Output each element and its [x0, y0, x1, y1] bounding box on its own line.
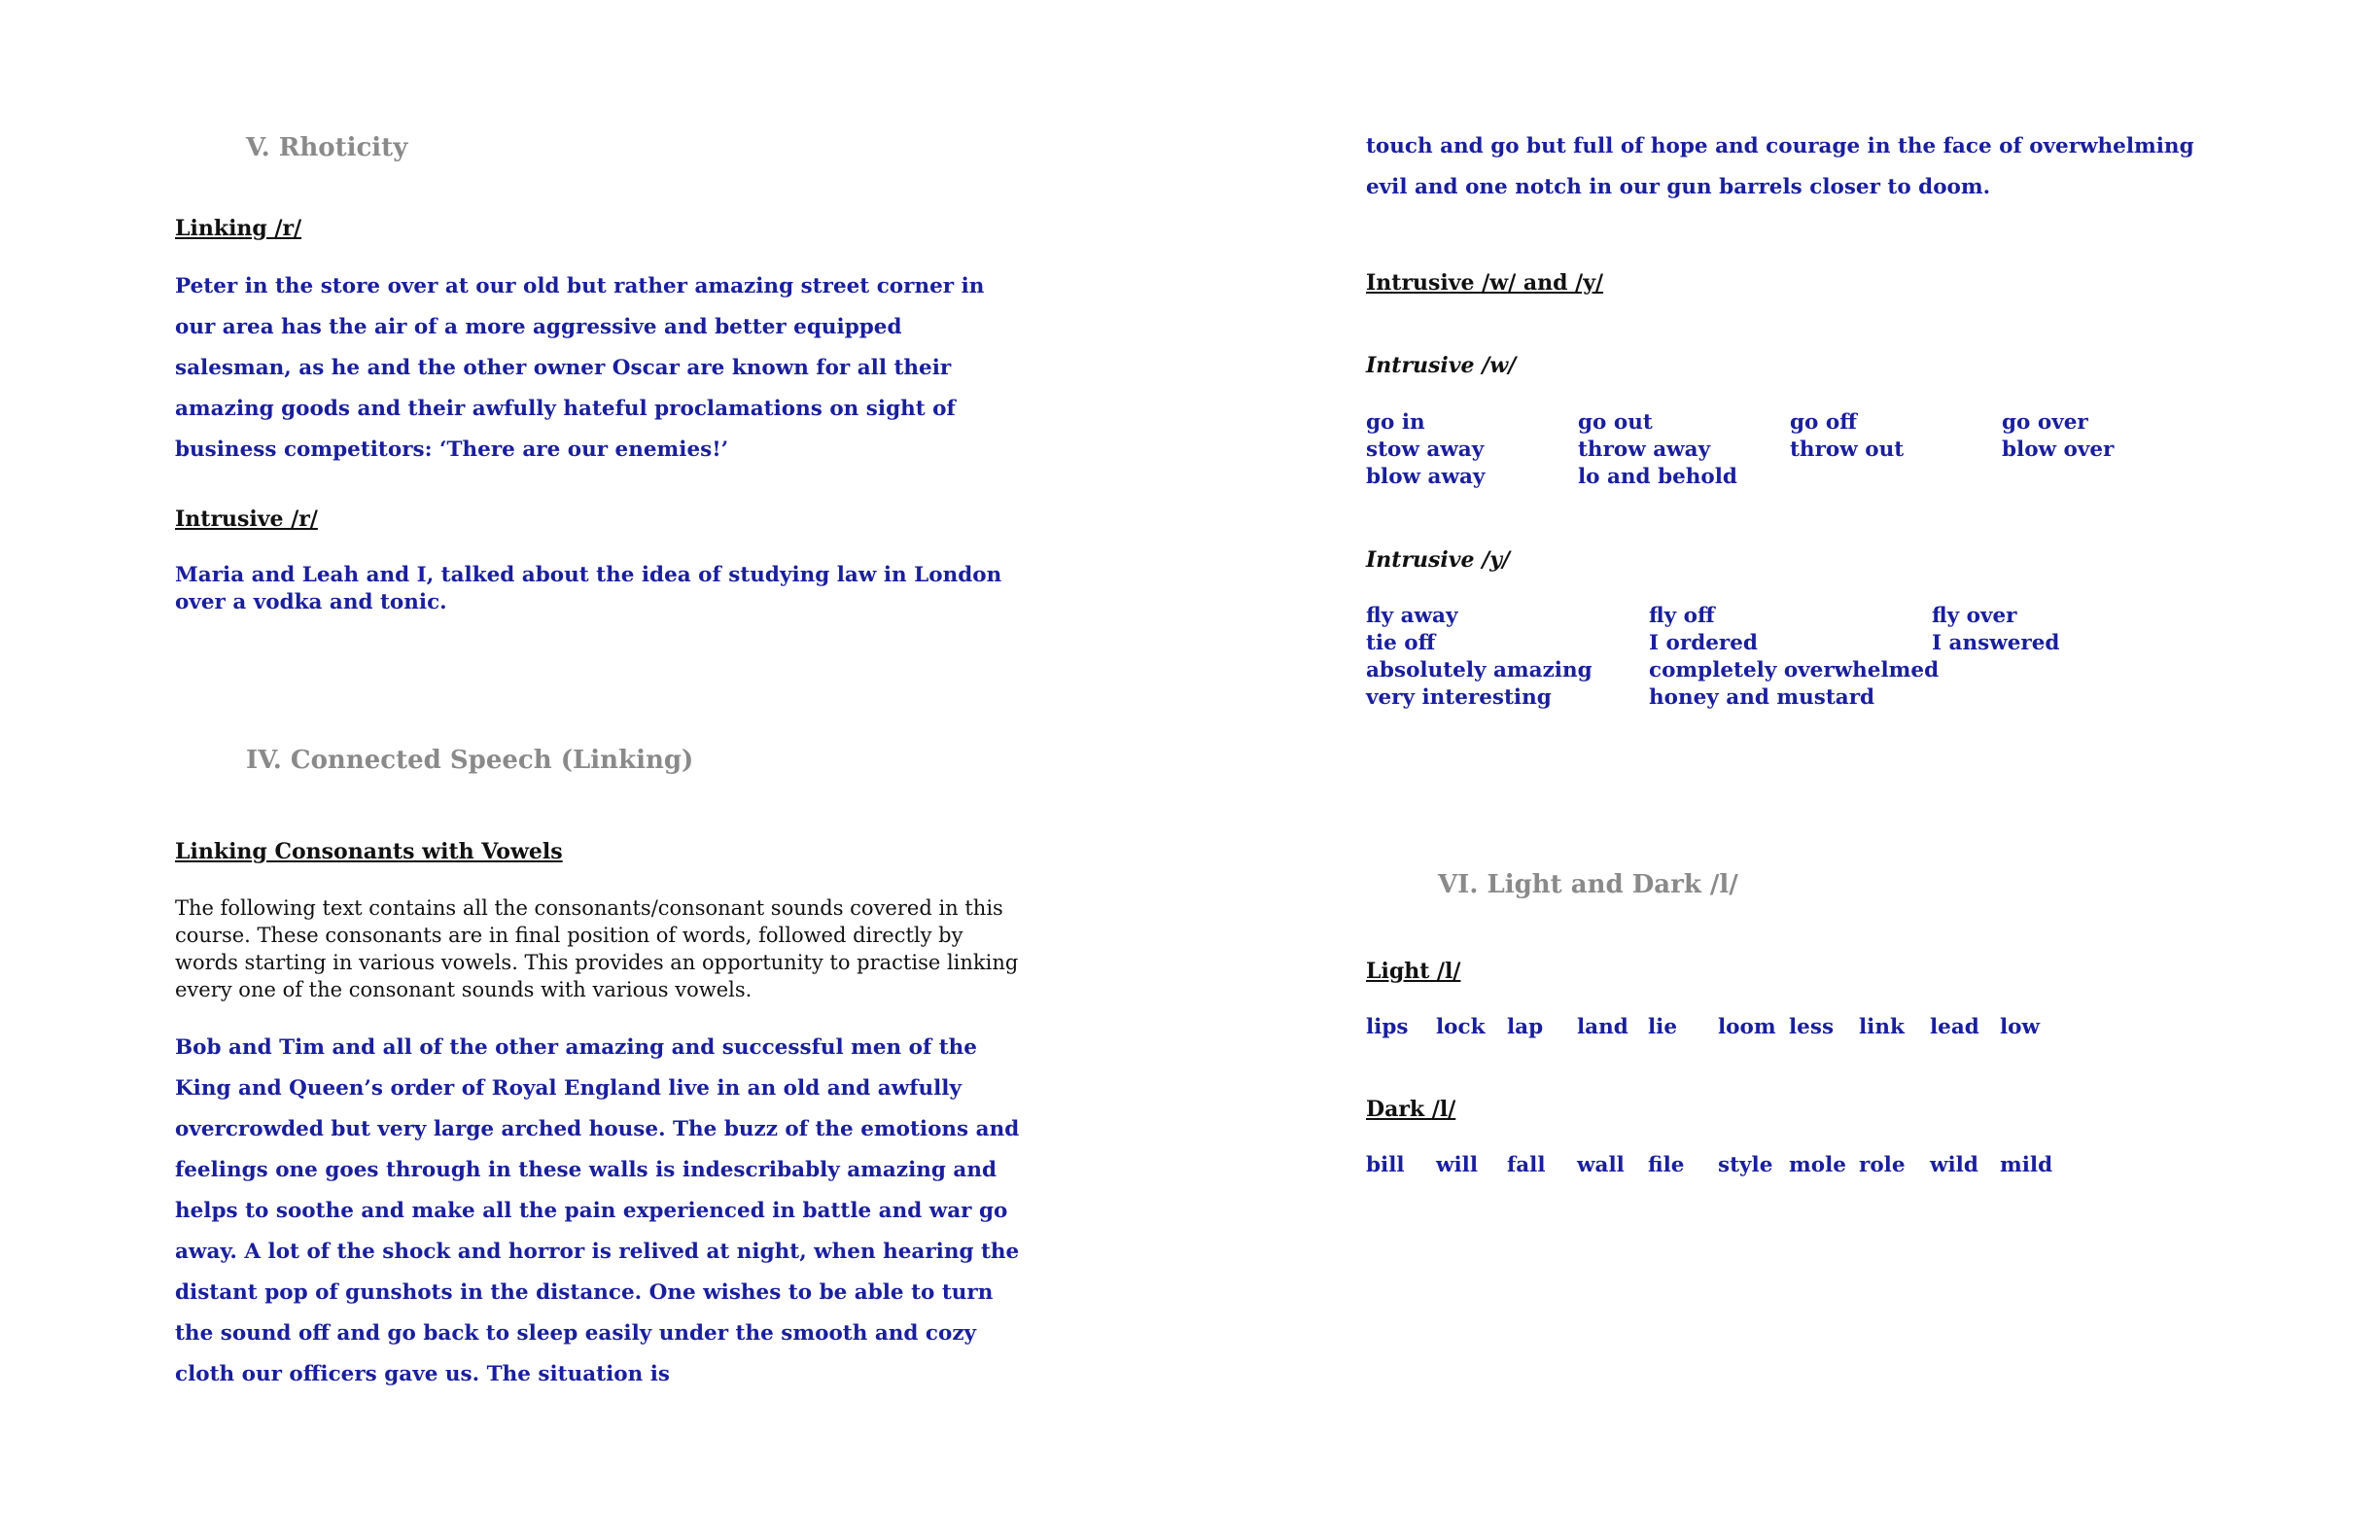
word-item: less	[1789, 1015, 1835, 1039]
word-item: will	[1436, 1153, 1479, 1177]
word-item: lock	[1436, 1015, 1486, 1039]
word-item: wild	[1930, 1153, 1978, 1177]
word-item: go over	[2002, 410, 2088, 435]
word-item: honey and mustard	[1649, 685, 1875, 710]
word-item: lie	[1648, 1015, 1678, 1039]
word-item: fly over	[1932, 604, 2017, 628]
word-item: low	[2000, 1015, 2041, 1039]
dark-l-heading: Dark /l/	[1366, 1097, 1456, 1122]
word-item: style	[1718, 1153, 1773, 1177]
word-item: go in	[1366, 410, 1425, 435]
word-item: lap	[1507, 1015, 1544, 1039]
word-item: fly away	[1366, 604, 1458, 628]
continued-paragraph: touch and go but full of hope and courag…	[1366, 134, 2194, 199]
intrusive-w-word-grid: go in go out go off go over stow away th…	[1366, 409, 2222, 497]
word-item: absolutely amazing	[1366, 658, 1592, 682]
light-l-heading: Light /l/	[1366, 959, 1461, 984]
word-item: I answered	[1932, 631, 2060, 655]
word-item: go off	[1790, 410, 1857, 435]
linking-r-heading: Linking /r/	[175, 216, 302, 241]
word-item: blow away	[1366, 465, 1486, 489]
dark-l-word-row: bill will fall wall file style mole role…	[1366, 1152, 2222, 1181]
word-item: lo and behold	[1578, 465, 1737, 489]
word-item: loom	[1718, 1015, 1776, 1039]
word-item: lead	[1930, 1015, 1979, 1039]
word-item: stow away	[1366, 438, 1485, 462]
word-item: lips	[1366, 1015, 1409, 1039]
word-item: throw away	[1578, 438, 1711, 462]
word-item: mild	[2000, 1153, 2053, 1177]
linking-r-paragraph: Peter in the store over at our old but r…	[175, 274, 985, 462]
word-item: throw out	[1790, 438, 1905, 462]
word-item: role	[1859, 1153, 1906, 1177]
intrusive-y-heading: Intrusive /y/	[1366, 547, 1511, 573]
word-item: I ordered	[1649, 631, 1758, 655]
intrusive-r-paragraph: Maria and Leah and I, talked about the i…	[175, 563, 1002, 614]
intrusive-w-heading: Intrusive /w/	[1366, 353, 1517, 378]
word-item: wall	[1577, 1153, 1625, 1177]
linking-cv-heading: Linking Consonants with Vowels	[175, 839, 563, 864]
word-item: file	[1648, 1153, 1685, 1177]
word-item: tie off	[1366, 631, 1436, 655]
word-item: go out	[1578, 410, 1653, 435]
word-item: completely overwhelmed	[1649, 658, 1940, 682]
connected-speech-heading: IV. Connected Speech (Linking)	[246, 746, 694, 775]
word-item: fly off	[1649, 604, 1715, 628]
word-item: fall	[1507, 1153, 1546, 1177]
word-item: very interesting	[1366, 685, 1552, 710]
linking-cv-intro: The following text contains all the cons…	[175, 896, 1019, 1001]
intrusive-wy-heading: Intrusive /w/ and /y/	[1366, 270, 1604, 296]
linking-cv-paragraph: Bob and Tim and all of the other amazing…	[175, 1035, 1020, 1386]
light-l-word-row: lips lock lap land lie loom less link le…	[1366, 1014, 2222, 1043]
word-item: link	[1859, 1015, 1905, 1039]
word-item: blow over	[2002, 438, 2115, 462]
intrusive-y-word-grid: fly away fly off fly over tie off I orde…	[1366, 603, 2222, 719]
light-dark-l-heading: VI. Light and Dark /l/	[1438, 870, 1738, 899]
intrusive-r-heading: Intrusive /r/	[175, 507, 318, 532]
word-item: land	[1577, 1015, 1628, 1039]
word-item: mole	[1789, 1153, 1846, 1177]
rhoticity-heading: V. Rhoticity	[246, 133, 408, 162]
word-item: bill	[1366, 1153, 1405, 1177]
